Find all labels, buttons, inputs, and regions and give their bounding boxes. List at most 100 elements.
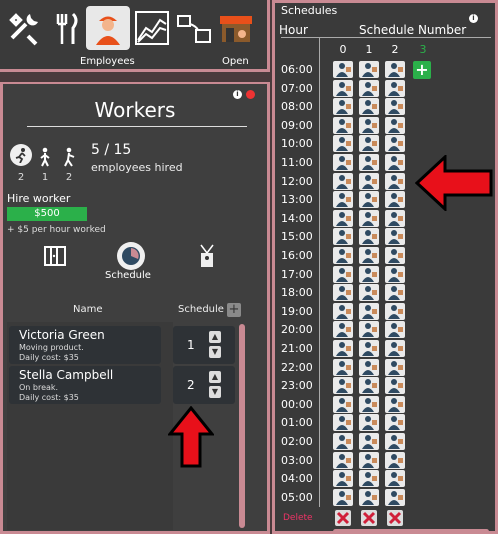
hired-label: employees hired <box>91 161 183 174</box>
schedule-cell[interactable] <box>359 340 379 357</box>
schedule-cell[interactable] <box>385 470 405 488</box>
delete-schedule-button[interactable] <box>335 510 351 526</box>
schedule-cell[interactable] <box>333 284 353 302</box>
schedule-cell[interactable] <box>333 377 353 395</box>
chevron-up-icon[interactable]: ▲ <box>209 371 221 383</box>
schedule-cell[interactable] <box>359 61 379 78</box>
schedule-cell[interactable] <box>359 116 379 134</box>
schedule-cell[interactable] <box>359 135 379 153</box>
shop-icon[interactable] <box>214 6 258 50</box>
schedule-cell[interactable] <box>359 302 379 320</box>
schedule-cell[interactable] <box>359 228 379 246</box>
schedule-cell[interactable] <box>385 284 405 302</box>
schedules-scrollbar[interactable] <box>333 529 489 534</box>
hiker-icon[interactable] <box>58 144 80 170</box>
schedule-cell[interactable] <box>333 265 353 283</box>
delete-schedule-button[interactable] <box>387 510 403 526</box>
schedule-cell[interactable] <box>333 172 353 190</box>
schedule-cell[interactable] <box>359 265 379 283</box>
schedule-cell[interactable] <box>385 209 405 227</box>
schedule-cell[interactable] <box>333 154 353 171</box>
schedule-cell[interactable] <box>333 488 353 506</box>
schedule-cell[interactable] <box>333 302 353 320</box>
schedule-cell[interactable] <box>385 135 405 153</box>
schedule-cell[interactable] <box>359 209 379 227</box>
schedule-cell[interactable] <box>385 488 405 506</box>
schedule-cell[interactable] <box>333 135 353 153</box>
schedule-cell[interactable] <box>385 61 405 78</box>
schedule-cell[interactable] <box>333 79 353 97</box>
schedule-cell[interactable] <box>385 98 405 116</box>
schedule-cell[interactable] <box>333 98 353 116</box>
schedule-cell[interactable] <box>359 321 379 339</box>
schedule-cell[interactable] <box>359 172 379 190</box>
schedule-cell[interactable] <box>385 172 405 190</box>
schedule-cell[interactable] <box>359 414 379 432</box>
schedule-cell[interactable] <box>385 358 405 376</box>
schedule-cell[interactable] <box>359 395 379 413</box>
schedule-cell[interactable] <box>359 154 379 171</box>
schedule-cell[interactable] <box>359 284 379 302</box>
schedule-cell[interactable] <box>385 395 405 413</box>
runner-icon[interactable] <box>10 144 32 166</box>
schedule-cell[interactable] <box>359 247 379 264</box>
schedule-cell[interactable] <box>333 395 353 413</box>
badge-icon[interactable] <box>193 242 221 270</box>
schedule-cell[interactable] <box>333 191 353 209</box>
schedule-cell[interactable] <box>333 209 353 227</box>
schedule-cell[interactable] <box>385 377 405 395</box>
hire-worker-button[interactable]: $500 <box>7 207 87 221</box>
schedule-cell[interactable] <box>385 302 405 320</box>
schedule-cell[interactable] <box>359 451 379 469</box>
schedule-cell[interactable] <box>333 247 353 264</box>
schedule-cell[interactable] <box>385 414 405 432</box>
delete-schedule-button[interactable] <box>361 510 377 526</box>
schedule-cell[interactable] <box>333 358 353 376</box>
schedule-cell[interactable] <box>333 340 353 357</box>
schedule-cell[interactable] <box>359 488 379 506</box>
tools-icon[interactable] <box>2 6 46 50</box>
walker-icon[interactable] <box>34 144 56 170</box>
schedule-cell[interactable] <box>333 321 353 339</box>
schedule-cell[interactable] <box>333 414 353 432</box>
clock-icon[interactable] <box>117 242 145 270</box>
schedule-cell[interactable] <box>385 116 405 134</box>
schedule-cell[interactable] <box>385 433 405 450</box>
add-schedule-button[interactable]: + <box>227 303 241 317</box>
schedule-cell[interactable] <box>385 228 405 246</box>
schedule-cell[interactable] <box>385 247 405 264</box>
schedule-cell[interactable] <box>385 321 405 339</box>
chart-icon[interactable] <box>130 6 174 50</box>
hour-label: 15:00 <box>281 230 313 244</box>
schedule-cell[interactable] <box>333 61 353 78</box>
schedule-cell[interactable] <box>359 358 379 376</box>
boxes-icon[interactable] <box>172 6 216 50</box>
schedule-cell[interactable] <box>385 265 405 283</box>
door-icon[interactable] <box>41 242 69 270</box>
schedule-cell[interactable] <box>333 433 353 450</box>
schedule-cell[interactable] <box>359 470 379 488</box>
worker-icon[interactable] <box>86 6 130 50</box>
schedule-cell[interactable] <box>359 433 379 450</box>
chevron-down-icon[interactable]: ▼ <box>209 346 221 358</box>
schedule-cell[interactable] <box>385 154 405 171</box>
fork-knife-icon[interactable] <box>44 6 88 50</box>
chevron-up-icon[interactable]: ▲ <box>209 331 221 343</box>
chevron-down-icon[interactable]: ▼ <box>209 386 221 398</box>
schedule-cell[interactable] <box>333 470 353 488</box>
schedule-cell[interactable] <box>359 377 379 395</box>
worker-row-victoria[interactable]: Victoria Green Moving product. Daily cos… <box>9 326 161 364</box>
schedule-cell[interactable] <box>359 79 379 97</box>
add-schedule-column-button[interactable]: + <box>413 61 431 79</box>
worker-list-scrollbar[interactable] <box>239 324 245 528</box>
schedule-cell[interactable] <box>333 228 353 246</box>
schedule-cell[interactable] <box>385 191 405 209</box>
worker-row-stella[interactable]: Stella Campbell On break. Daily cost: $3… <box>9 366 161 404</box>
schedule-cell[interactable] <box>385 340 405 357</box>
schedule-cell[interactable] <box>385 79 405 97</box>
schedule-cell[interactable] <box>385 451 405 469</box>
schedule-cell[interactable] <box>359 191 379 209</box>
schedule-cell[interactable] <box>359 98 379 116</box>
schedule-cell[interactable] <box>333 116 353 134</box>
schedule-cell[interactable] <box>333 451 353 469</box>
